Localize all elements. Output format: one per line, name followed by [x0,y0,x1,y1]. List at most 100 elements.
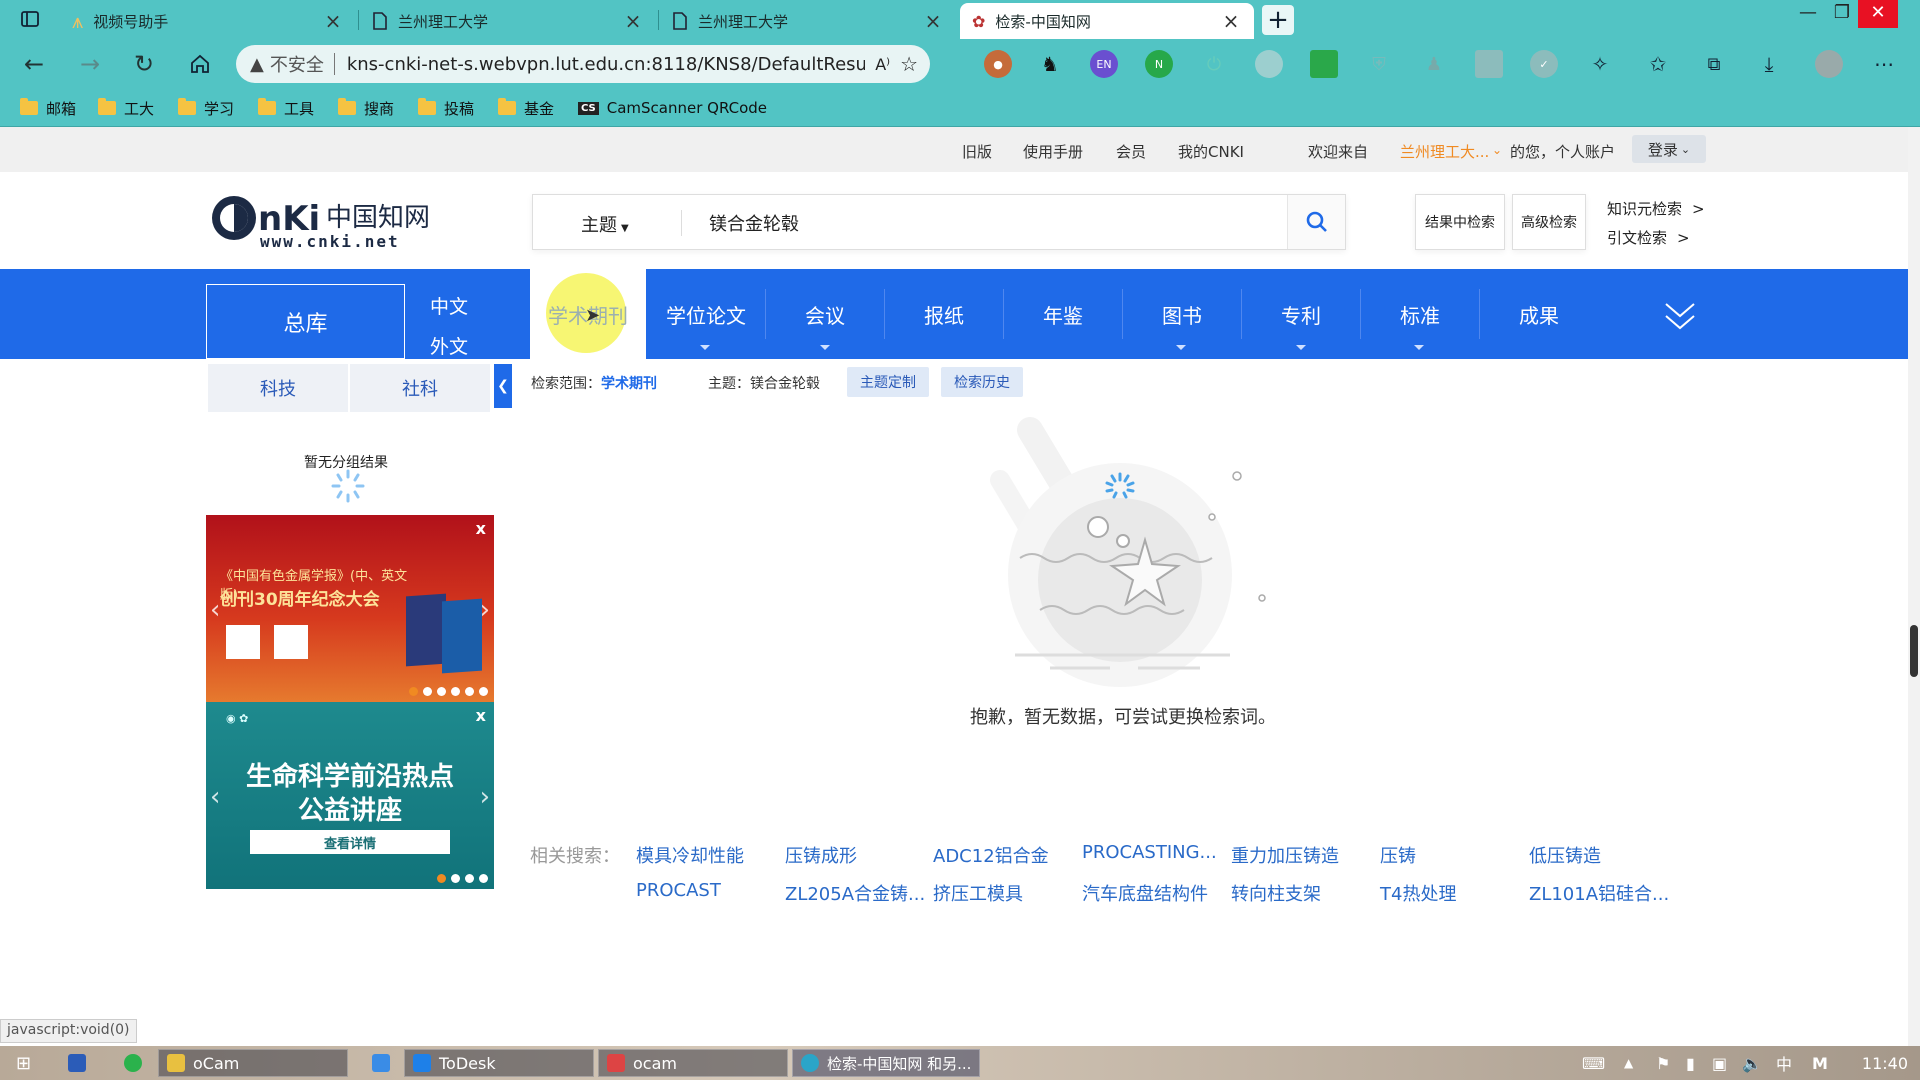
search-in-results-button[interactable]: 结果中检索 [1415,194,1505,250]
battery-icon[interactable]: ▮ [1678,1049,1703,1077]
bookmark-folder[interactable]: 基金 [498,95,554,121]
extension-icon[interactable] [1255,50,1283,78]
extension-n-icon[interactable]: N [1145,50,1173,78]
topic-customize-button[interactable]: 主题定制 [847,367,929,397]
banner-next-icon[interactable]: › [480,595,490,625]
search-button[interactable] [1287,195,1345,249]
banner-next-icon[interactable]: › [480,782,490,812]
related-search-link[interactable]: ADC12铝合金 [933,842,1049,868]
related-search-link[interactable]: 重力加压铸造 [1231,842,1339,868]
knowledge-search-link[interactable]: 知识元检索 > [1607,198,1705,219]
login-button[interactable]: 登录 ⌄ [1632,135,1706,163]
close-tab-icon[interactable]: × [922,9,944,33]
reload-button[interactable]: ↻ [126,47,162,81]
network-icon[interactable]: ▣ [1704,1049,1735,1077]
browser-tab[interactable]: ⩚ 视频号助手 × [60,3,356,39]
banner-detail-button[interactable]: 查看详情 [250,830,450,854]
banner-prev-icon[interactable]: ‹ [210,595,220,625]
volume-icon[interactable]: 🔈 [1734,1049,1770,1077]
related-search-link[interactable]: T4热处理 [1380,880,1456,906]
tray-m-icon[interactable]: M [1804,1049,1836,1077]
address-bar[interactable]: ▲ 不安全 kns-cnki-net-s.webvpn.lut.edu.cn:8… [236,45,930,83]
collapse-panel-button[interactable]: ❮ [494,364,512,408]
my-cnki-link[interactable]: 我的CNKI [1178,141,1244,162]
db-tab-newspaper[interactable]: 报纸 [886,269,1002,359]
new-tab-button[interactable]: + [1262,5,1294,35]
advanced-search-button[interactable]: 高级检索 [1512,194,1586,250]
profile-avatar-icon[interactable] [1815,50,1843,78]
close-banner-icon[interactable]: x [476,519,486,538]
more-menu-icon[interactable]: ⋯ [1870,50,1898,78]
extension-shield-icon[interactable]: ⛨ [1365,50,1393,78]
bookmark-folder[interactable]: 搜商 [338,95,394,121]
collections-icon[interactable]: ⧉ [1700,50,1728,78]
related-search-link[interactable]: 低压铸造 [1529,842,1601,868]
lang-zh-tab[interactable]: 中文 [430,292,468,319]
related-search-link[interactable]: 压铸 [1380,842,1416,868]
taskbar-app[interactable]: oCam [158,1049,348,1077]
bookmark-folder[interactable]: 投稿 [418,95,474,121]
extension-check-icon[interactable]: ✓ [1530,50,1558,78]
close-banner-icon[interactable]: x [476,706,486,725]
taskbar-app[interactable]: ocam [598,1049,788,1077]
taskbar-app-active[interactable]: 检索-中国知网 和另... [792,1049,980,1077]
lang-en-tab[interactable]: 外文 [430,332,468,359]
extension-icon[interactable] [1475,50,1503,78]
browser-tab[interactable]: 兰州理工大学 × [660,3,956,39]
search-history-button[interactable]: 检索历史 [941,367,1023,397]
member-link[interactable]: 会员 [1116,141,1146,162]
extension-en-icon[interactable]: EN [1090,50,1118,78]
related-search-link[interactable]: PROCAST [636,880,721,901]
bookmark-folder[interactable]: 工大 [98,95,154,121]
db-tab-yearbook[interactable]: 年鉴 [1005,269,1121,359]
close-window-button[interactable]: ✕ [1858,0,1898,28]
notepad-taskbar-icon[interactable] [364,1049,406,1077]
extension-sheet-icon[interactable] [1310,50,1338,78]
home-button[interactable] [182,47,218,81]
close-tab-icon[interactable]: × [322,9,344,33]
keyboard-icon[interactable]: ⌨ [1574,1049,1613,1077]
tray-flag-icon[interactable]: ⚑ [1648,1049,1678,1077]
related-search-link[interactable]: 模具冷却性能 [636,842,744,868]
bookmark-folder[interactable]: 学习 [178,95,234,121]
db-all-tab[interactable]: 总库 [206,284,405,359]
old-version-link[interactable]: 旧版 [962,141,992,162]
close-tab-icon[interactable]: × [622,9,644,33]
bookmark-folder[interactable]: 工具 [258,95,314,121]
bookmark-folder[interactable]: 邮箱 [20,95,76,121]
related-search-link[interactable]: 挤压工模具 [933,880,1023,906]
restore-button[interactable]: ❐ [1822,2,1862,23]
browser-tab[interactable]: 兰州理工大学 × [360,3,656,39]
tab-actions-button[interactable] [12,2,48,36]
download-icon[interactable]: ⤓ [1755,50,1783,78]
cnki-logo[interactable]: nKi 中国知网 www.cnki.net [208,188,438,254]
related-search-link[interactable]: ZL101A铝硅合... [1529,880,1669,906]
read-aloud-icon[interactable]: A⁾ [875,55,890,74]
citation-search-link[interactable]: 引文检索 > [1607,227,1690,248]
scrollbar-thumb[interactable] [1910,625,1918,677]
bookmark-camscanner[interactable]: CS CamScanner QRCode [578,95,767,121]
back-button[interactable]: ← [16,47,52,81]
extensions-puzzle-icon[interactable]: ✧ [1586,50,1614,78]
extension-icon[interactable]: ● [984,50,1012,78]
expand-more-button[interactable] [1662,298,1698,334]
tray-up-icon[interactable]: ▲ [1616,1049,1641,1077]
related-search-link[interactable]: PROCASTING... [1082,842,1217,863]
close-tab-icon[interactable]: × [1220,9,1242,33]
taskbar-clock[interactable]: 11:40 [1862,1054,1908,1073]
institution-link[interactable]: 兰州理工大... [1400,141,1489,162]
extension-penguin-icon[interactable]: ♞ [1036,50,1064,78]
subtab-science[interactable]: 科技 [208,364,348,412]
taskbar-app[interactable]: ToDesk [404,1049,594,1077]
extension-person-icon[interactable]: ♟ [1420,50,1448,78]
browser-tab-active[interactable]: ✿ 检索-中国知网 × [960,3,1254,39]
subtab-social[interactable]: 社科 [350,364,490,412]
related-search-link[interactable]: 压铸成形 [785,842,857,868]
ime-indicator[interactable]: 中 [1768,1049,1800,1077]
related-search-link[interactable]: 汽车底盘结构件 [1082,880,1208,906]
extension-power-icon[interactable]: ⏻ [1200,50,1228,78]
forward-button[interactable]: → [72,47,108,81]
wechat-taskbar-icon[interactable] [116,1049,158,1077]
favorite-star-icon[interactable]: ☆ [900,52,918,76]
ad-banner-journal[interactable]: 《中国有色金属学报》(中、英文版) 创刊30周年纪念大会 x ‹ › [206,515,494,702]
